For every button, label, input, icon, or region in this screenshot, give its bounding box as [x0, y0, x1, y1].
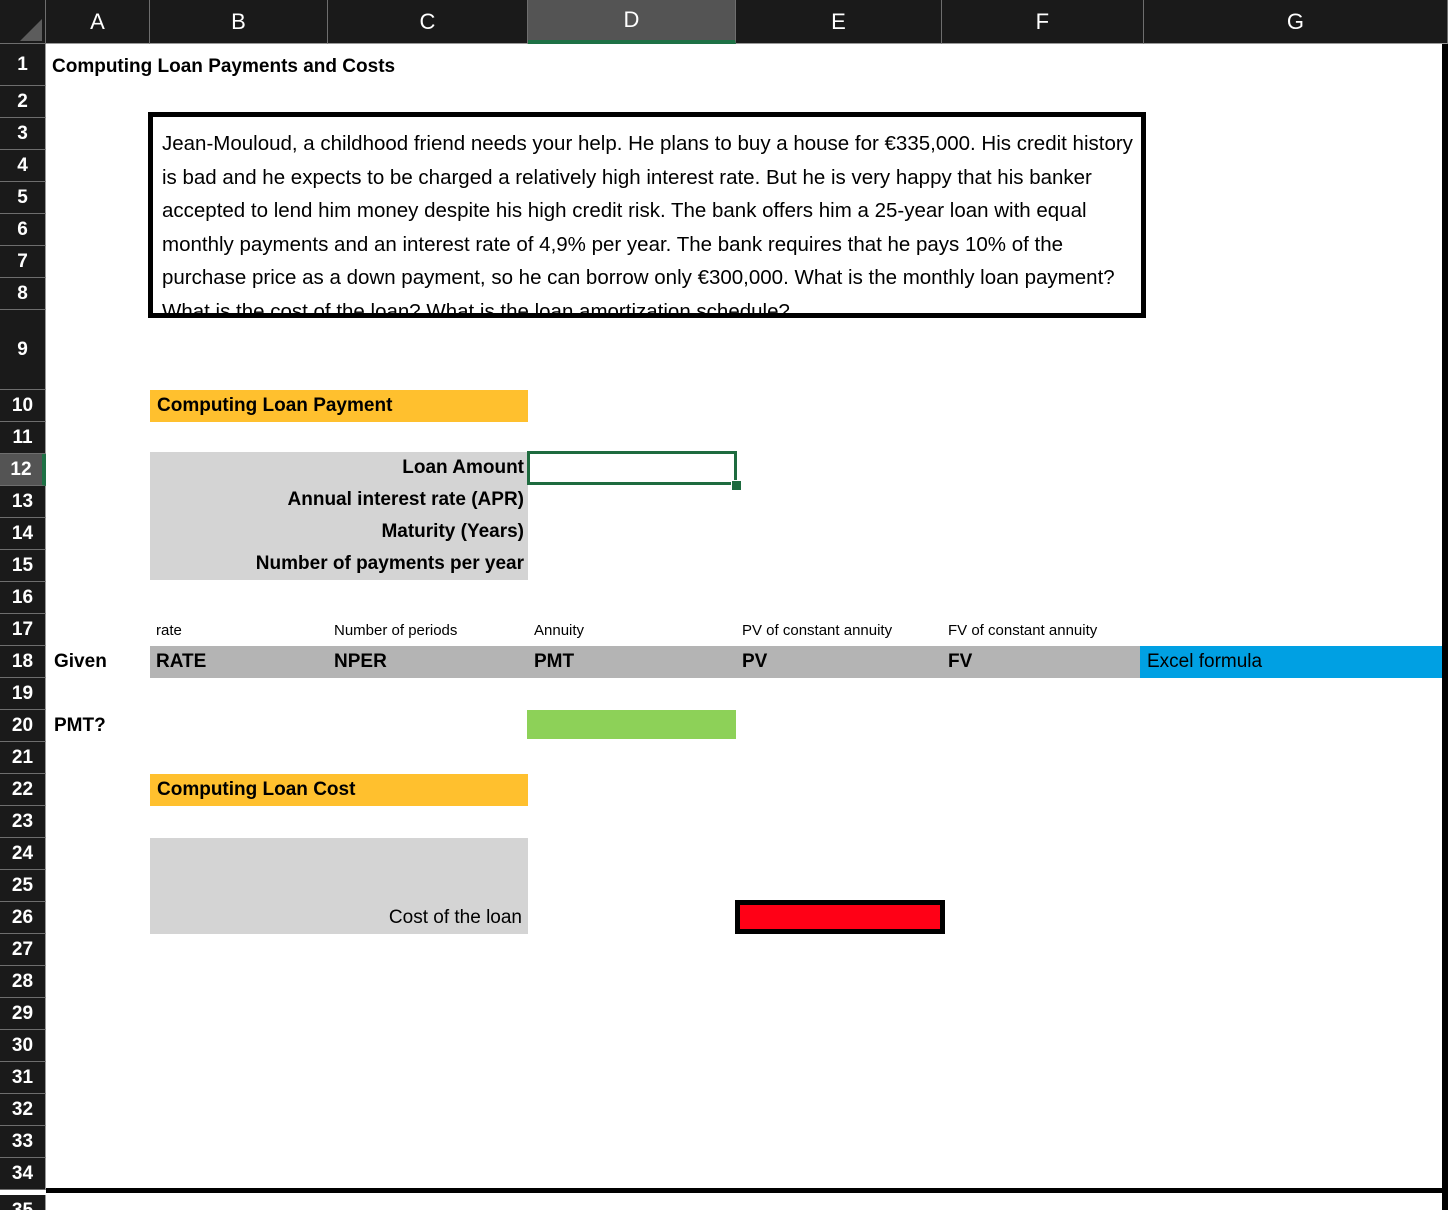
row-header-12[interactable]: 12 [0, 454, 46, 486]
desc-fv-of-constant-annuity: FV of constant annuity [948, 621, 1098, 639]
pmt-nper-value[interactable] [328, 710, 528, 742]
row-header-1[interactable]: 1 [0, 44, 46, 86]
column-header-b[interactable]: B [150, 0, 328, 44]
given-nper-value[interactable] [328, 678, 528, 710]
label-cost-of-the-loan: Cost of the loan [388, 907, 522, 928]
row-header-9[interactable]: 9 [0, 310, 46, 390]
given-excel-formula-value[interactable] [1140, 678, 1448, 710]
row-header-14[interactable]: 14 [0, 518, 46, 550]
column-header-a[interactable]: A [46, 0, 150, 44]
select-all-triangle-icon [20, 19, 42, 41]
row-header-6[interactable]: 6 [0, 214, 46, 246]
desc-annuity: Annuity [534, 621, 585, 639]
header-fv: FV [948, 651, 973, 672]
pmt-rate-value[interactable] [150, 710, 328, 742]
given-fv-value[interactable] [942, 678, 1144, 710]
header-pmt: PMT [534, 651, 575, 672]
row-header-24[interactable]: 24 [0, 838, 46, 870]
desc-number-of-periods: Number of periods [334, 621, 458, 639]
input-number-of-payments-per-year[interactable] [528, 548, 736, 580]
column-header-d[interactable]: D [528, 0, 736, 44]
pmt-fv-value[interactable] [942, 710, 1144, 742]
row-label-pmt-question: PMT? [54, 715, 106, 736]
column-header-g[interactable]: G [1144, 0, 1448, 44]
sheet-right-border [1442, 44, 1448, 1210]
row-header-25[interactable]: 25 [0, 870, 46, 902]
column-header-f[interactable]: F [942, 0, 1144, 44]
row-header-8[interactable]: 8 [0, 278, 46, 310]
banner-computing-loan-cost: Computing Loan Cost [150, 774, 528, 806]
row-header-26[interactable]: 26 [0, 902, 46, 934]
desc-pv-of-constant-annuity: PV of constant annuity [742, 621, 893, 639]
label-loan-amount: Loan Amount [402, 457, 524, 478]
label-annual-interest-rate: Annual interest rate (APR) [287, 489, 524, 510]
header-excel-formula: Excel formula [1147, 651, 1263, 672]
row-header-19[interactable]: 19 [0, 678, 46, 710]
input-annual-interest-rate[interactable] [528, 484, 736, 516]
row-header-18[interactable]: 18 [0, 646, 46, 678]
row-header-33[interactable]: 33 [0, 1126, 46, 1158]
header-pv: PV [742, 651, 768, 672]
row-header-27[interactable]: 27 [0, 934, 46, 966]
row-header-11[interactable]: 11 [0, 422, 46, 454]
row-header-17[interactable]: 17 [0, 614, 46, 646]
row-header-2[interactable]: 2 [0, 86, 46, 118]
page-title: Computing Loan Payments and Costs [52, 56, 396, 77]
grid-body: Computing Loan Payments and Costs Jean-M… [46, 44, 1448, 1210]
active-cell-selection-d12[interactable] [527, 451, 737, 485]
header-nper: NPER [334, 651, 387, 672]
row-header-13[interactable]: 13 [0, 486, 46, 518]
row-header-10[interactable]: 10 [0, 390, 46, 422]
row-header-22[interactable]: 22 [0, 774, 46, 806]
row-header-28[interactable]: 28 [0, 966, 46, 998]
label-number-of-payments-per-year: Number of payments per year [255, 553, 524, 574]
row-header-21[interactable]: 21 [0, 742, 46, 774]
row-header-16[interactable]: 16 [0, 582, 46, 614]
row-header-31[interactable]: 31 [0, 1062, 46, 1094]
column-header-bar: A B C D E F G [0, 0, 1448, 44]
input-maturity-years[interactable] [528, 516, 736, 548]
row-header-15[interactable]: 15 [0, 550, 46, 582]
row-header-20[interactable]: 20 [0, 710, 46, 742]
row-header-4[interactable]: 4 [0, 150, 46, 182]
column-header-e[interactable]: E [736, 0, 942, 44]
row-header-7[interactable]: 7 [0, 246, 46, 278]
pmt-result-cell[interactable] [527, 710, 736, 739]
label-maturity-years: Maturity (Years) [381, 521, 524, 542]
pmt-pv-value[interactable] [736, 710, 942, 742]
given-pmt-value[interactable] [528, 678, 736, 710]
row-header-23[interactable]: 23 [0, 806, 46, 838]
cost-of-loan-result-value [741, 900, 939, 934]
banner-computing-loan-payment: Computing Loan Payment [150, 390, 528, 422]
select-all-corner[interactable] [0, 0, 46, 44]
given-pv-value[interactable] [736, 678, 942, 710]
problem-statement-textbox: Jean-Mouloud, a childhood friend needs y… [148, 112, 1146, 323]
given-rate-value[interactable] [150, 678, 328, 710]
row-header-29[interactable]: 29 [0, 998, 46, 1030]
row-header-32[interactable]: 32 [0, 1094, 46, 1126]
fill-handle[interactable] [731, 480, 742, 491]
desc-rate: rate [156, 621, 182, 639]
column-header-c[interactable]: C [328, 0, 528, 44]
row-header-35[interactable]: 35 [0, 1195, 46, 1210]
spreadsheet-canvas: A B C D E F G 1 2 3 4 5 6 7 8 9 10 11 12… [0, 0, 1448, 1210]
row-header-30[interactable]: 30 [0, 1030, 46, 1062]
row-label-given: Given [54, 651, 107, 672]
row-header-3[interactable]: 3 [0, 118, 46, 150]
row-header-34[interactable]: 34 [0, 1158, 46, 1190]
header-rate: RATE [156, 651, 207, 672]
sheet-bottom-border [46, 1188, 1448, 1193]
row-header-5[interactable]: 5 [0, 182, 46, 214]
pmt-excel-formula-value[interactable] [1140, 710, 1448, 742]
